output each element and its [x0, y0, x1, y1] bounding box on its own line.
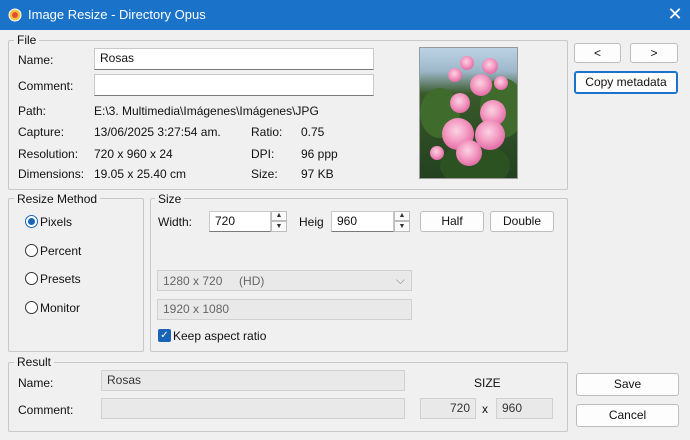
preset-select: 1280 x 720 (HD) ⌵ [157, 270, 412, 291]
capture-value: 13/06/2025 3:27:54 am. [94, 125, 221, 139]
copy-metadata-button[interactable]: Copy metadata [574, 71, 678, 94]
resize-method-legend: Resize Method [14, 192, 101, 206]
next-button[interactable]: > [630, 43, 678, 63]
dpi-label: DPI: [251, 147, 275, 161]
close-icon[interactable]: ✕ [664, 3, 686, 25]
result-name-label: Name: [18, 376, 54, 390]
result-times-label: x [482, 402, 488, 416]
height-spin-up-icon[interactable]: ▲ [394, 211, 410, 221]
radio-monitor[interactable] [25, 301, 38, 314]
size-legend: Size [155, 192, 185, 206]
dimensions-value: 19.05 x 25.40 cm [94, 167, 187, 181]
radio-presets[interactable] [25, 272, 38, 285]
keep-aspect-label[interactable]: Keep aspect ratio [173, 329, 266, 343]
app-icon [8, 8, 22, 22]
result-height-field: 960 [496, 398, 553, 419]
radio-monitor-label[interactable]: Monitor [40, 301, 80, 315]
window-title: Image Resize - Directory Opus [28, 7, 206, 22]
result-size-heading: SIZE [474, 376, 501, 390]
radio-pixels[interactable] [25, 215, 38, 228]
comment-label: Comment: [18, 79, 74, 93]
radio-percent[interactable] [25, 244, 38, 257]
result-width-field: 720 [420, 398, 476, 419]
resolution-value: 720 x 960 x 24 [94, 147, 173, 161]
title-bar: Image Resize - Directory Opus ✕ [0, 0, 690, 30]
ratio-value: 0.75 [301, 125, 325, 139]
image-preview [419, 47, 518, 179]
result-legend: Result [14, 355, 55, 369]
radio-percent-label[interactable]: Percent [40, 244, 81, 258]
resolution-label: Resolution: [18, 147, 79, 161]
dimensions-label: Dimensions: [18, 167, 85, 181]
width-spin-up-icon[interactable]: ▲ [271, 211, 287, 221]
height-label: Heig [299, 215, 324, 229]
half-button[interactable]: Half [420, 211, 484, 232]
dpi-value: 96 ppp [301, 147, 338, 161]
result-comment-label: Comment: [18, 403, 74, 417]
prev-button[interactable]: < [574, 43, 621, 63]
size-value: 97 KB [301, 167, 334, 181]
capture-label: Capture: [18, 125, 65, 139]
radio-pixels-label[interactable]: Pixels [40, 215, 72, 229]
file-legend: File [14, 33, 40, 47]
width-label: Width: [158, 215, 193, 229]
keep-aspect-checkbox[interactable]: ✓ [158, 329, 171, 342]
name-field[interactable]: Rosas [94, 48, 374, 70]
chevron-down-icon: ⌵ [395, 273, 405, 287]
result-name-field: Rosas [101, 370, 405, 391]
height-spin-down-icon[interactable]: ▼ [394, 221, 410, 232]
path-label: Path: [18, 104, 47, 118]
preset-value: 1280 x 720 (HD) [163, 274, 265, 288]
radio-presets-label[interactable]: Presets [40, 272, 81, 286]
comment-field[interactable] [94, 74, 374, 96]
width-spin-down-icon[interactable]: ▼ [271, 221, 287, 232]
height-input[interactable]: 960 [331, 211, 394, 232]
save-button[interactable]: Save [576, 373, 679, 396]
name-label: Name: [18, 53, 54, 67]
cancel-button[interactable]: Cancel [576, 404, 679, 427]
monitor-field: 1920 x 1080 [157, 299, 412, 320]
result-comment-field [101, 398, 405, 419]
size-label: Size: [251, 167, 278, 181]
double-button[interactable]: Double [490, 211, 554, 232]
ratio-label: Ratio: [251, 125, 283, 139]
width-input[interactable]: 720 [209, 211, 271, 232]
path-value: E:\3. Multimedia\Imágenes\Imágenes\JPG [94, 104, 319, 118]
